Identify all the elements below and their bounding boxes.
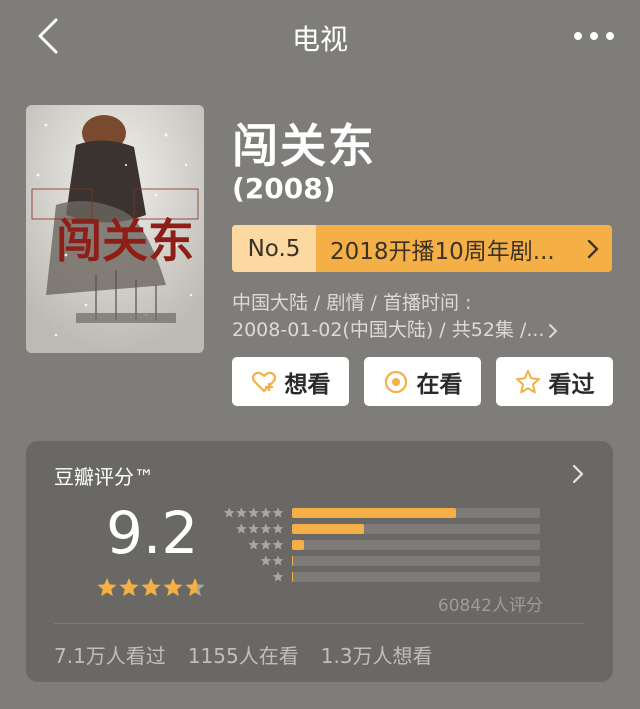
histogram-star [236,523,247,534]
page-title: 电视 [291,23,348,56]
rank-description: 2018开播10周年剧... [330,238,555,265]
show-title: 闯关东 [232,119,376,173]
show-year: (2008) [232,172,336,205]
chevron-right-icon [574,225,612,272]
histogram-bar-track [292,572,540,582]
want-count[interactable]: 1.3万人想看 [321,640,433,669]
histogram-bar-track [292,556,540,566]
star-outline-icon [515,369,540,393]
more-options-icon[interactable] [572,26,616,46]
histogram-star [272,523,284,534]
rank-number: No.5 [232,225,316,272]
target-icon [384,370,407,393]
watching-count[interactable]: 1155人在看 [188,640,299,669]
rating-star [119,578,139,597]
show-poster[interactable]: 闯关东 [26,105,204,353]
histogram-star [272,507,284,518]
histogram-star [260,523,272,534]
watching-button[interactable]: 在看 [364,357,481,406]
histogram-star [223,507,235,518]
histogram-star [272,539,284,550]
histogram-row-5-star [222,507,542,519]
rating-stars [97,578,205,597]
histogram-star [260,555,272,566]
meta-line-2: 2008-01-02(中国大陆) / 共52集 /... [232,319,545,341]
rating-star [97,578,117,597]
histogram-stars [272,571,284,582]
histogram-stars [260,555,284,566]
watching-label: 在看 [416,371,463,398]
histogram-star [272,571,284,582]
chevron-right-icon [549,323,558,338]
divider [54,623,585,624]
poster-calligraphy: 闯关东 [56,214,194,268]
meta-line-1: 中国大陆 / 剧情 / 首播时间 : [232,292,472,314]
want-to-watch-label: 想看 [284,371,331,398]
show-meta[interactable]: 中国大陆 / 剧情 / 首播时间 : 2008-01-02(中国大陆) / 共5… [232,290,612,344]
histogram-star [260,507,272,518]
rating-title: 豆瓣评分™ [54,465,154,489]
histogram-star [248,507,259,518]
histogram-star [272,555,284,566]
histogram-bar-fill [292,572,293,582]
ranking-banner[interactable]: No.5 2018开播10周年剧... [232,225,612,272]
watched-count[interactable]: 7.1万人看过 [54,640,166,669]
histogram-stars [223,507,284,518]
rating-star [185,578,205,597]
rating-score: 9.2 [106,499,199,567]
histogram-row-1-star [222,571,542,583]
heart-plus-icon [251,371,276,392]
watched-label: 看过 [548,371,595,398]
histogram-row-3-star [222,539,542,551]
histogram-bar-track [292,540,540,550]
histogram-row-4-star [222,523,542,535]
histogram-star [248,539,259,550]
histogram-stars [248,539,284,550]
watched-button[interactable]: 看过 [496,357,613,406]
poster-artwork: 闯关东 [26,105,204,353]
watch-stats: 7.1万人看过 1155人在看 1.3万人想看 [54,640,433,669]
histogram-bar-fill [292,540,305,550]
histogram-stars [236,523,284,534]
top-bar: 电视 [0,0,640,78]
histogram-bar-fill [292,524,364,534]
histogram-star [236,507,247,518]
rating-card[interactable]: 豆瓣评分™ 9.2 60842人评分 7.1万人看过 1155人在看 1.3万人… [26,441,613,682]
rating-star [141,578,161,597]
histogram-bar-fill [292,508,456,518]
want-to-watch-button[interactable]: 想看 [232,357,349,406]
histogram-bar-track [292,508,540,518]
histogram-star [260,539,272,550]
chevron-right-icon [572,464,584,484]
raters-count: 60842人评分 [437,596,543,616]
histogram-bar-track [292,524,540,534]
rating-star [163,578,183,597]
histogram-row-2-star [222,555,542,567]
histogram-star [248,523,259,534]
histogram-bar-fill [292,556,294,566]
